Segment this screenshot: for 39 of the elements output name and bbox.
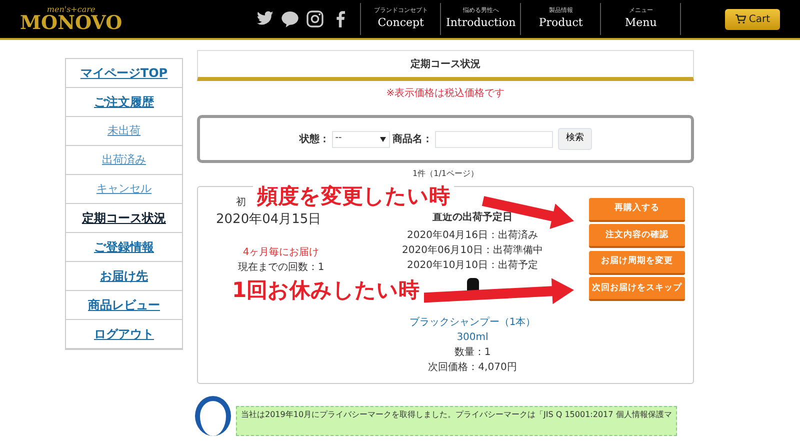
- schedule-entry: 2020年10月10日：出荷予定: [407, 258, 538, 272]
- item-name-link[interactable]: ブラックシャンプー（1本）300ml: [408, 315, 538, 345]
- tax-notice: ※表示価格は税込価格です: [386, 88, 505, 99]
- nav-label: Concept: [376, 15, 425, 32]
- cart-button[interactable]: Cart: [725, 8, 780, 30]
- page-count: 1件（1/1ページ）: [412, 169, 478, 178]
- page-title: 定期コース状況: [197, 50, 694, 81]
- sidebar-link[interactable]: ご登録情報: [66, 233, 182, 262]
- first-label: 初: [236, 197, 246, 208]
- logo[interactable]: MONOVO: [20, 12, 122, 34]
- quantity: 数量：1: [454, 346, 491, 360]
- sidebar-link[interactable]: 未出荷: [66, 117, 182, 146]
- delivery-frequency: 4ヶ月毎にお届け: [242, 246, 320, 258]
- status-label: 状態：: [299, 132, 330, 146]
- nav-label: Menu: [624, 15, 658, 32]
- delivery-count: 現在までの回数：1: [238, 262, 324, 272]
- camera-icon[interactable]: [305, 9, 326, 29]
- search-button[interactable]: 検索: [558, 128, 592, 150]
- schedule-entry: 2020年04月16日：出荷済み: [407, 228, 538, 242]
- sidebar-link[interactable]: お届け先: [66, 262, 182, 291]
- sidebar-link[interactable]: 商品レビュー: [66, 291, 182, 320]
- product-name-field[interactable]: [434, 130, 553, 148]
- sidebar-link[interactable]: ログアウト: [66, 320, 182, 349]
- order-date: 2020年04月15日: [216, 212, 322, 227]
- sidebar-link[interactable]: ご注文履歴: [66, 88, 182, 117]
- sidebar-link[interactable]: マイページTOP: [66, 59, 182, 88]
- logo-tagline: men's+care: [46, 6, 96, 14]
- product-name-label: 商品名：: [392, 132, 432, 146]
- next-price: 次回価格：4,070円: [428, 360, 517, 375]
- privacy-mark-logo: [195, 396, 231, 436]
- schedule-entry: 2020年06月10日：出荷準備中: [402, 244, 543, 258]
- caret-icon: [380, 136, 386, 142]
- nav-label: Introduction: [445, 15, 517, 32]
- cart-icon: [735, 14, 746, 24]
- sidebar-link[interactable]: 出荷済み: [66, 146, 182, 175]
- status-select[interactable]: --: [332, 130, 390, 148]
- nav-label: Product: [538, 15, 584, 32]
- chat-bubble-icon[interactable]: [280, 9, 300, 29]
- privacy-statement: 当社は2019年10月にプライバシーマークを取得しました。プライバシーマークは「JIS Q 15001:2017 個人情報保護マ: [236, 406, 677, 436]
